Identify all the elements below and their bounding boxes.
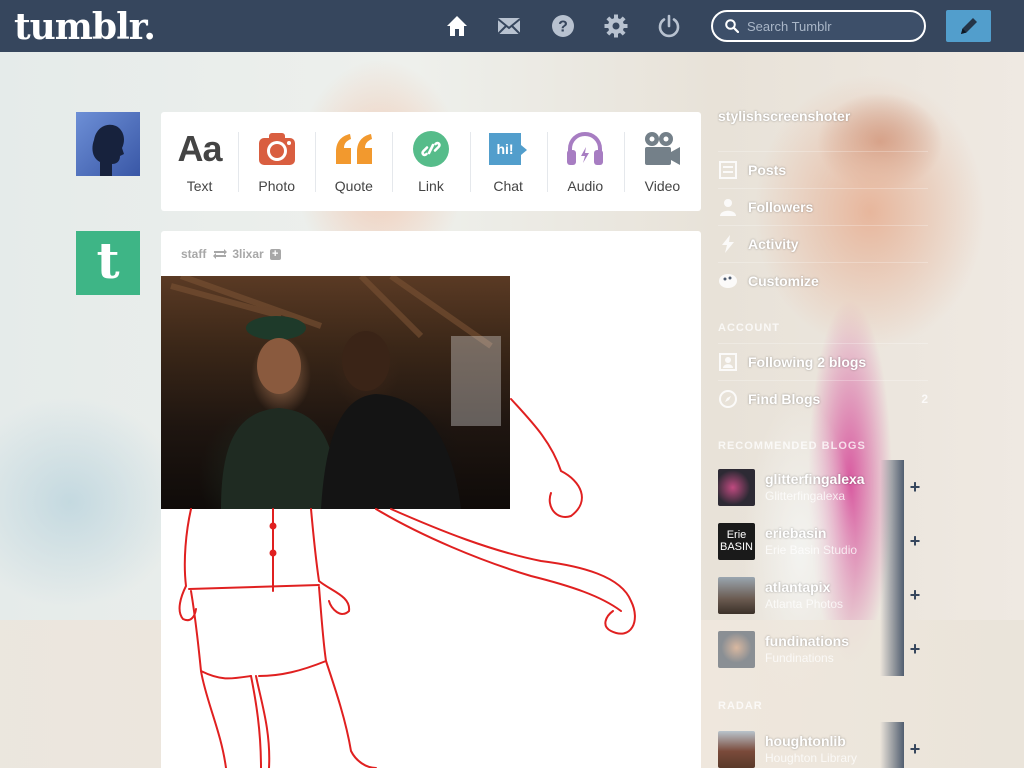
- recommended-blog-avatar: [718, 576, 755, 614]
- sidebar-item-following[interactable]: Following 2 blogs: [718, 343, 928, 380]
- follow-plus-icon[interactable]: +: [269, 248, 281, 260]
- svg-text:hi!: hi!: [497, 141, 514, 157]
- following-icon: [719, 353, 737, 371]
- account-heading: ACCOUNT: [718, 322, 780, 334]
- recommended-blog[interactable]: glitterfingalexa Glitterfingalexa +: [718, 460, 924, 514]
- post-author[interactable]: staff: [181, 247, 206, 261]
- camera-icon: [257, 129, 297, 169]
- link-icon: [411, 129, 451, 169]
- post-type-photo[interactable]: Photo: [238, 112, 315, 211]
- followers-icon: [720, 199, 736, 216]
- post-reblogged-from[interactable]: 3lixar: [232, 247, 263, 261]
- palette-icon: [719, 274, 737, 288]
- dashboard-post: staff 3lixar +: [161, 231, 701, 768]
- post-header: staff 3lixar +: [181, 247, 281, 261]
- recommended-blog-avatar: Erie BASIN: [718, 522, 755, 560]
- sidebar-item-customize[interactable]: Customize: [718, 262, 928, 299]
- radar-blog-avatar: [718, 730, 755, 768]
- mail-icon[interactable]: [497, 14, 521, 38]
- pencil-icon: [960, 18, 977, 34]
- lightning-icon: [722, 235, 734, 253]
- post-photo[interactable]: [161, 273, 510, 509]
- recommended-blog-avatar: [718, 468, 755, 506]
- top-header: tumblr. ?: [0, 0, 1024, 52]
- new-post-bar: Aa Text Photo Quote Link hi! Chat Audio: [161, 112, 701, 211]
- user-avatar[interactable]: [76, 112, 140, 176]
- post-type-link[interactable]: Link: [392, 112, 469, 211]
- post-type-quote[interactable]: Quote: [315, 112, 392, 211]
- post-type-chat[interactable]: hi! Chat: [469, 112, 547, 211]
- follow-blog-plus-icon[interactable]: +: [906, 532, 924, 550]
- recommended-blog-avatar: [718, 630, 755, 668]
- new-post-button[interactable]: [946, 10, 991, 42]
- post-type-video[interactable]: Video: [623, 112, 701, 211]
- svg-text:?: ?: [558, 19, 568, 36]
- sidebar-item-activity[interactable]: Activity: [718, 225, 928, 262]
- tumblr-t-logo: t: [96, 231, 120, 290]
- radar-blog[interactable]: houghtonlib Houghton Library +: [718, 722, 924, 768]
- posts-icon: [719, 161, 737, 179]
- follow-blog-plus-icon[interactable]: +: [906, 640, 924, 658]
- radar-heading: RADAR: [718, 700, 763, 712]
- silhouette-icon: [92, 124, 124, 176]
- quote-icon: [334, 129, 374, 169]
- search-icon: [725, 19, 739, 33]
- recommended-heading: RECOMMENDED BLOGS: [718, 440, 866, 452]
- follow-blog-plus-icon[interactable]: +: [906, 586, 924, 604]
- sidebar-item-find-blogs[interactable]: Find Blogs 2: [718, 380, 928, 417]
- gear-icon[interactable]: [604, 14, 628, 38]
- help-icon[interactable]: ?: [551, 14, 575, 38]
- power-icon[interactable]: [657, 14, 681, 38]
- sidebar-item-posts[interactable]: Posts: [718, 151, 928, 188]
- staff-avatar[interactable]: t: [76, 231, 140, 295]
- reblog-icon: [213, 249, 228, 259]
- tumblr-logo[interactable]: tumblr.: [14, 6, 156, 48]
- headphones-icon: [565, 129, 605, 169]
- compass-icon: [719, 390, 737, 408]
- video-camera-icon: [642, 129, 682, 169]
- home-icon[interactable]: [445, 14, 469, 38]
- sidebar-item-followers[interactable]: Followers: [718, 188, 928, 225]
- search-box[interactable]: [711, 10, 926, 42]
- text-icon: Aa: [177, 128, 223, 169]
- chat-icon: hi!: [488, 129, 528, 169]
- follow-blog-plus-icon[interactable]: +: [906, 740, 924, 758]
- post-type-text[interactable]: Aa Text: [161, 112, 238, 211]
- search-input[interactable]: [747, 18, 917, 34]
- photo-figures: [170, 273, 501, 509]
- recommended-blog[interactable]: fundinations Fundinations +: [718, 622, 924, 676]
- post-type-audio[interactable]: Audio: [546, 112, 624, 211]
- recommended-blog[interactable]: atlantapix Atlanta Photos +: [718, 568, 924, 622]
- recommended-blog[interactable]: Erie BASIN eriebasin Erie Basin Studio +: [718, 514, 924, 568]
- follow-blog-plus-icon[interactable]: +: [906, 478, 924, 496]
- sidebar-blog-name[interactable]: stylishscreenshoter: [718, 108, 850, 124]
